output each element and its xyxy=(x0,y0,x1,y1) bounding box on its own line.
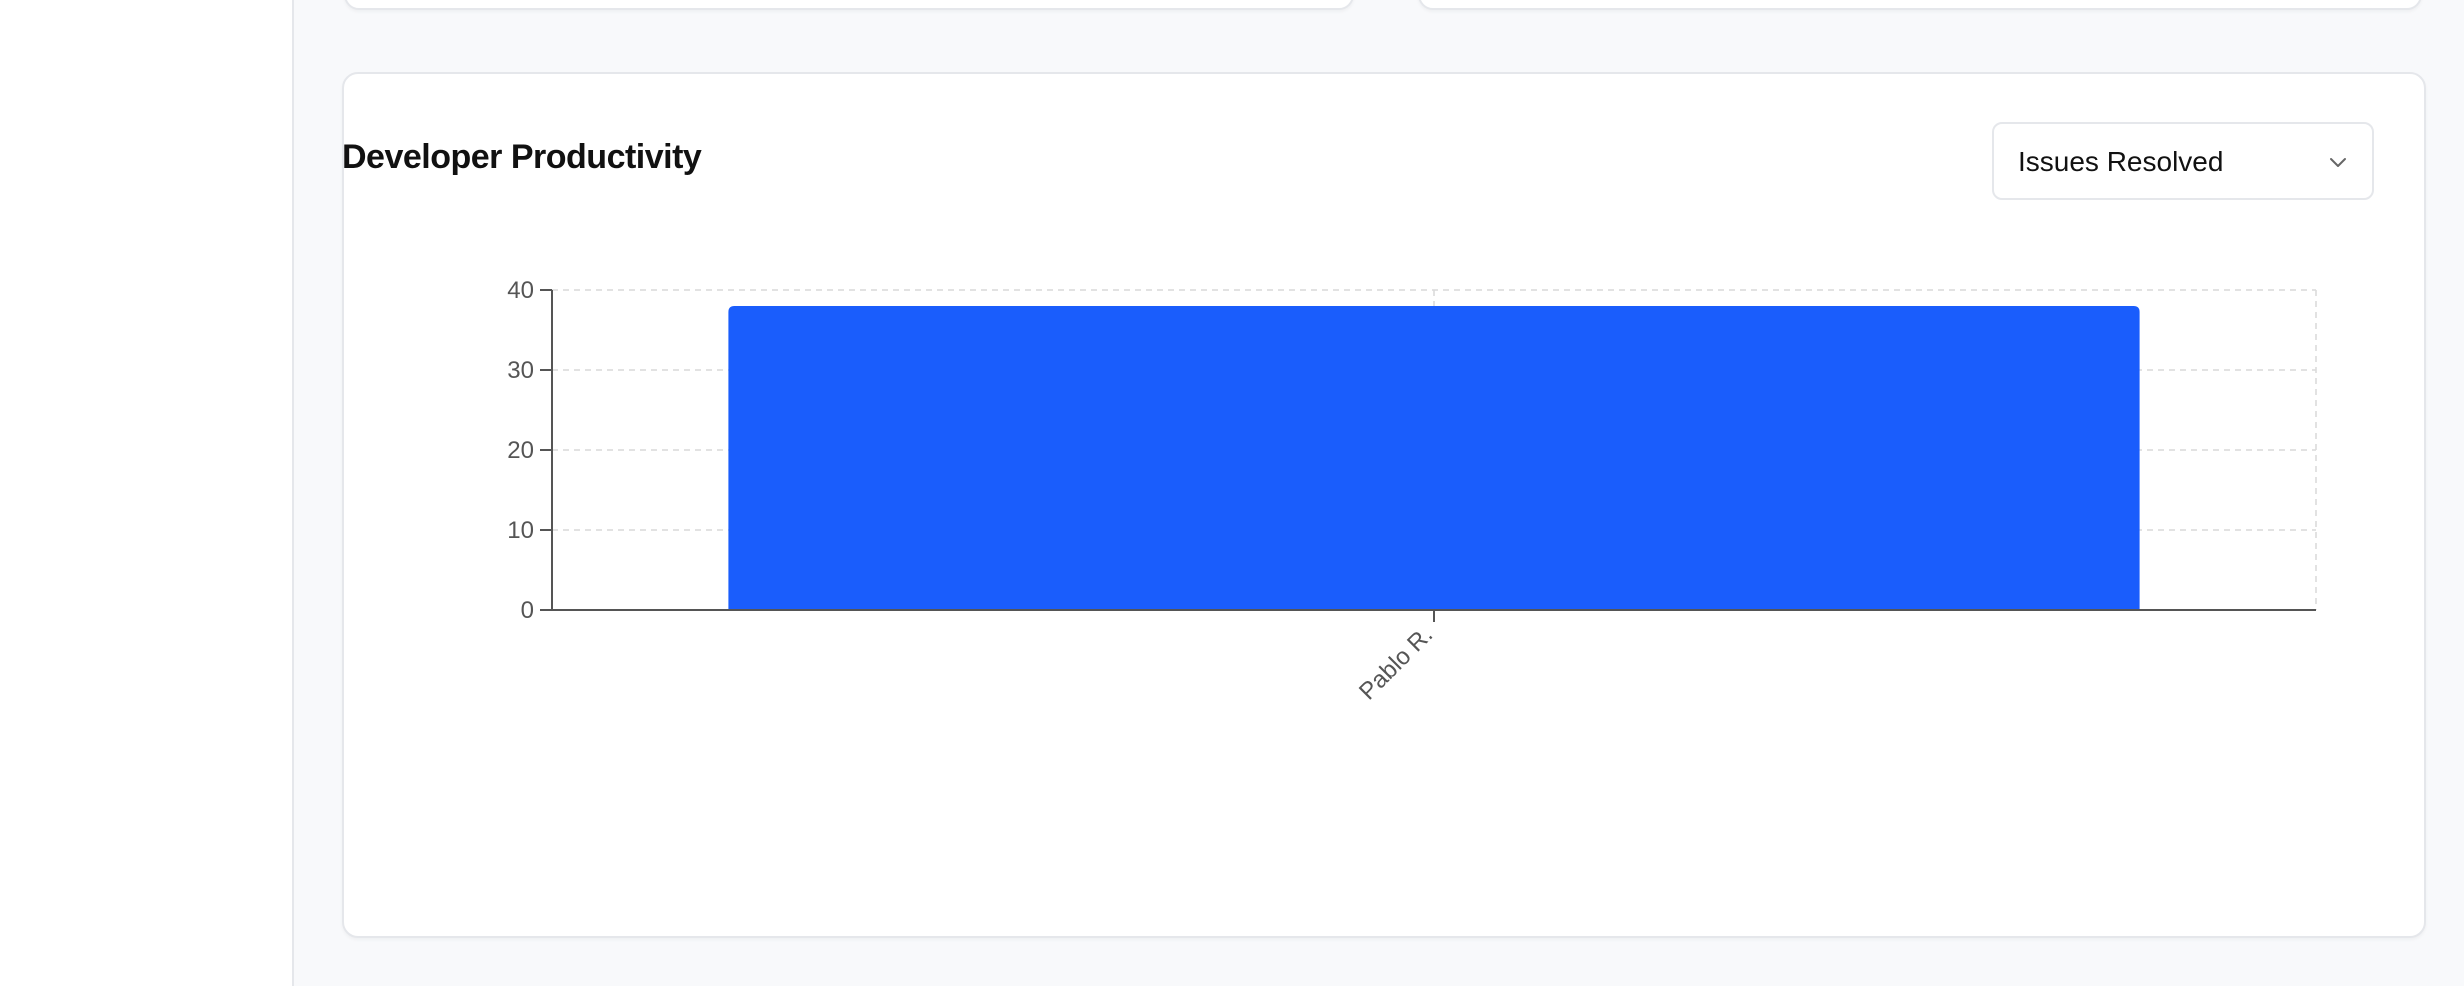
y-tick-label: 20 xyxy=(507,437,534,464)
bar-chart: 0 10 20 30 40 Pablo R. xyxy=(507,277,2317,705)
y-tick-label: 40 xyxy=(507,277,534,304)
bar-pablo-r xyxy=(728,306,2140,610)
y-tick-label: 10 xyxy=(507,517,534,544)
x-tick-label: Pablo R. xyxy=(1354,621,1438,705)
y-tick-label: 30 xyxy=(507,357,534,384)
y-tick-label: 0 xyxy=(521,597,534,624)
